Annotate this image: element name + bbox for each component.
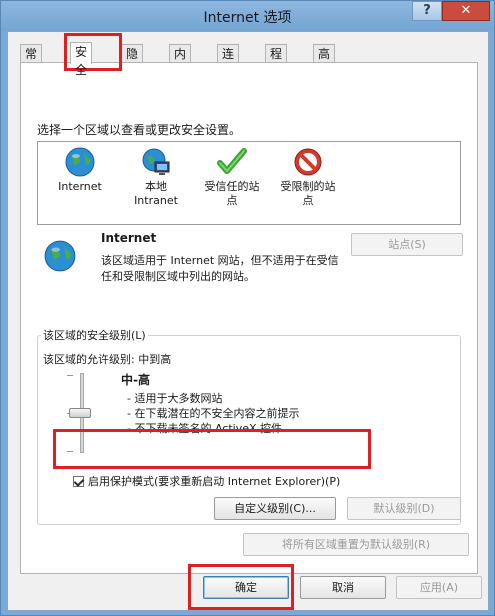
globe-icon xyxy=(65,147,95,177)
zone-label: 本地 Intranet xyxy=(134,180,178,207)
tab-content[interactable]: 内容 xyxy=(169,44,192,79)
zone-label: 受限制的站 点 xyxy=(280,180,336,207)
internet-options-window: Internet 选项 ? ✕ 常规 安全 隐私 内容 连接 程序 高级 选择一… xyxy=(0,0,495,616)
slider-thumb[interactable] xyxy=(69,408,91,418)
reset-all-zones-button[interactable]: 将所有区域重置为默认级别(R) xyxy=(243,533,469,556)
default-level-button[interactable]: 默认级别(D) xyxy=(347,497,461,520)
zone-label: Internet xyxy=(58,180,102,193)
globe-icon xyxy=(44,240,76,272)
zone-restricted-sites[interactable]: 受限制的站 点 xyxy=(266,142,350,208)
protected-mode-label: 启用保护模式(要求重新启动 Internet Explorer)(P) xyxy=(88,475,341,488)
restricted-icon xyxy=(294,148,322,176)
security-tab-panel: 选择一个区域以查看或更改安全设置。 Internet 本地 Intranet 受… xyxy=(20,62,478,574)
level-bullet: - 在下载潜在的不安全内容之前提示 xyxy=(127,407,300,420)
custom-level-button[interactable]: 自定义级别(C)... xyxy=(214,497,336,520)
protected-mode-option[interactable]: 启用保护模式(要求重新启动 Internet Explorer)(P) xyxy=(73,473,340,489)
security-level-name: 中-高 xyxy=(121,373,150,387)
security-level-description: - 适用于大多数网站 - 在下载潜在的不安全内容之前提示 - 不下载未签名的 A… xyxy=(127,391,299,436)
selected-zone-description: 该区域适用于 Internet 网站，但不适用于在受信任和受限制区域中列出的网站… xyxy=(101,254,339,283)
sites-button[interactable]: 站点(S) xyxy=(351,233,463,256)
level-bullet: - 不下载未签名的 ActiveX 控件 xyxy=(127,422,283,435)
zone-label: 受信任的站 点 xyxy=(204,180,260,207)
zone-prompt: 选择一个区域以查看或更改安全设置。 xyxy=(37,123,242,137)
zone-trusted-sites[interactable]: 受信任的站 点 xyxy=(190,142,274,208)
title-bar[interactable]: Internet 选项 ? ✕ xyxy=(1,1,494,31)
allowed-levels-text: 该区域的允许级别: 中到高 xyxy=(43,353,172,366)
tab-advanced[interactable]: 高级 xyxy=(313,44,336,79)
ok-button[interactable]: 确定 xyxy=(203,576,289,599)
tab-privacy[interactable]: 隐私 xyxy=(121,44,144,79)
selected-zone-name: Internet xyxy=(101,231,157,245)
security-level-group-title: 该区域的安全级别(L) xyxy=(41,327,148,343)
protected-mode-checkbox[interactable] xyxy=(73,476,84,487)
tab-connections[interactable]: 连接 xyxy=(217,44,240,79)
tab-general[interactable]: 常规 xyxy=(20,44,43,79)
check-icon xyxy=(217,148,247,174)
zone-internet[interactable]: Internet xyxy=(38,142,122,194)
tab-programs[interactable]: 程序 xyxy=(265,44,288,79)
close-button[interactable]: ✕ xyxy=(442,1,490,21)
tab-security[interactable]: 安全 xyxy=(70,42,93,77)
cancel-button[interactable]: 取消 xyxy=(300,576,386,599)
slider-tick xyxy=(67,451,73,452)
intranet-icon xyxy=(142,148,170,175)
help-button[interactable]: ? xyxy=(412,1,442,21)
zone-list: Internet 本地 Intranet 受信任的站 点 受限制的站 点 xyxy=(37,141,461,225)
level-bullet: - 适用于大多数网站 xyxy=(127,392,223,405)
zone-local-intranet[interactable]: 本地 Intranet xyxy=(114,142,198,208)
dialog-client-area: 常规 安全 隐私 内容 连接 程序 高级 选择一个区域以查看或更改安全设置。 I… xyxy=(7,31,489,611)
slider-tick xyxy=(67,375,73,376)
apply-button[interactable]: 应用(A) xyxy=(396,576,482,599)
